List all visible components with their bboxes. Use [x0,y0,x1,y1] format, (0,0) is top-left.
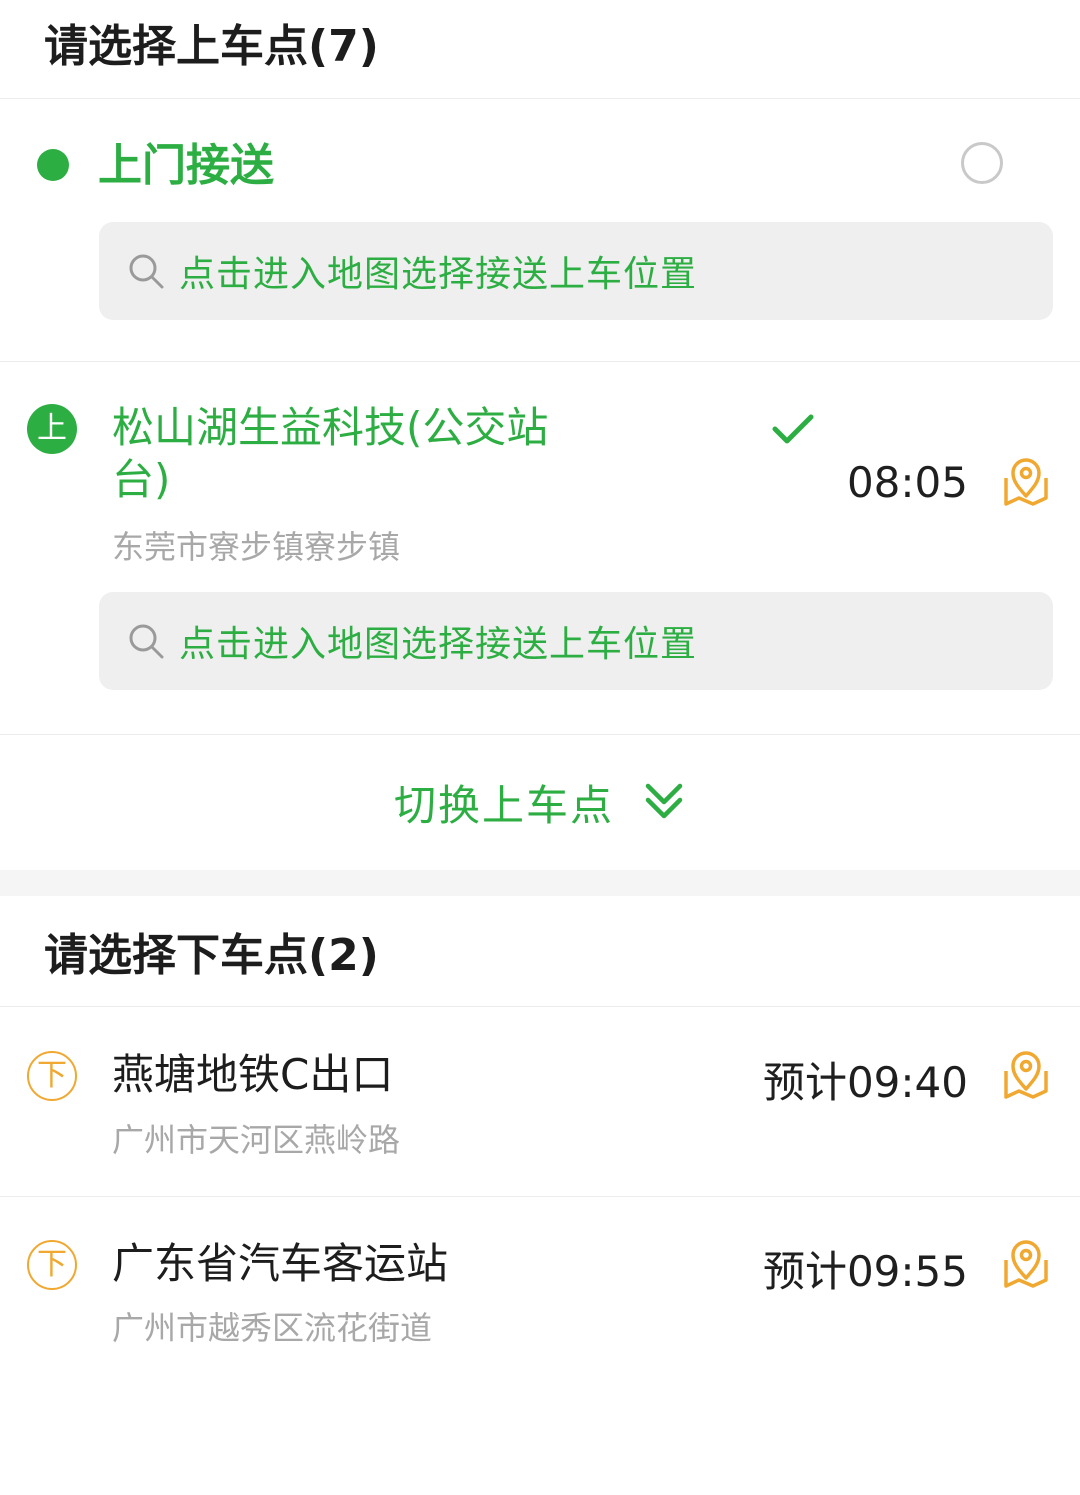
dropoff-station-time: 预计09:55 [762,1247,968,1296]
map-pin-icon[interactable] [1000,456,1052,508]
door-map-search-box[interactable]: 点击进入地图选择接送上车位置 [99,222,1053,320]
station-map-search-box[interactable]: 点击进入地图选择接送上车位置 [99,592,1053,690]
pickup-station-name: 松山湖生益科技(公交站台) [112,403,549,504]
dropoff-station-address: 广州市天河区燕岭路 [112,1121,401,1159]
dropoff-station-name: 广东省汽车客运站 [112,1239,449,1288]
switch-pickup-button[interactable]: 切换上车点 [0,735,1080,869]
dropoff-badge-icon: 下 [27,1051,77,1101]
check-icon [772,414,814,444]
search-icon [129,254,164,289]
pickup-badge-icon: 上 [27,404,77,454]
dropoff-station-item[interactable]: 下 广东省汽车客运站 预计09:55 广州市越秀区流花街道 [0,1197,1080,1387]
door-to-door-radio[interactable] [961,142,1003,184]
dropoff-station-time: 预计09:40 [762,1058,968,1107]
door-to-door-label: 上门接送 [98,140,274,191]
map-pin-icon[interactable] [1000,1238,1052,1290]
pickup-station-time: 08:05 [846,458,968,507]
dropoff-station-address: 广州市越秀区流花街道 [112,1309,433,1347]
map-pin-icon[interactable] [1000,1049,1052,1101]
switch-pickup-label: 切换上车点 [393,780,614,830]
chevron-double-down-icon [645,783,683,819]
green-dot-icon [37,149,69,181]
door-map-search-text: 点击进入地图选择接送上车位置 [179,254,698,295]
dropoff-badge-icon: 下 [27,1240,77,1290]
section-separator [0,870,1080,896]
dropoff-section-title: 请选择下车点(2) [44,930,379,981]
pickup-station-address: 东莞市寮步镇寮步镇 [112,528,401,566]
search-icon [129,624,164,659]
dropoff-station-item[interactable]: 下 燕塘地铁C出口 预计09:40 广州市天河区燕岭路 [0,1007,1080,1196]
pickup-station-item[interactable]: 上 松山湖生益科技(公交站台) 08:05 东莞市寮步镇寮步镇 点击进入地图选择… [0,362,1080,734]
door-to-door-option[interactable]: 上门接送 点击进入地图选择接送上车位置 [0,0,1080,362]
station-map-search-text: 点击进入地图选择接送上车位置 [179,624,698,665]
dropoff-station-name: 燕塘地铁C出口 [112,1050,394,1099]
